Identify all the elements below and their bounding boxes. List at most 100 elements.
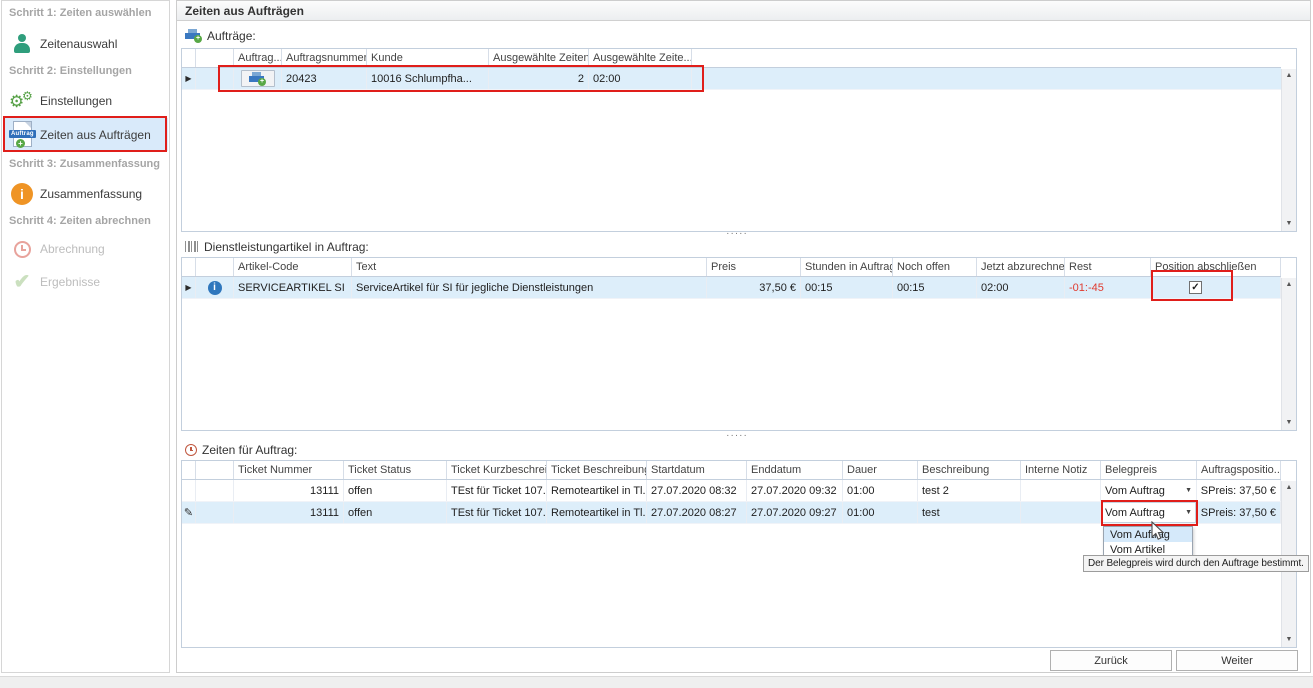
sidebar-item-label: Zeiten aus Aufträgen xyxy=(40,128,151,142)
column-header-auftragsnummer[interactable]: Auftragsnummer xyxy=(282,49,367,67)
dropdown-option-vom-auftrag[interactable]: Vom Auftrag xyxy=(1104,527,1192,542)
column-header-beschreibung[interactable]: Beschreibung xyxy=(918,461,1021,479)
position-abschliessen-checkbox[interactable]: ✓ xyxy=(1189,281,1202,294)
cell-startdatum: 27.07.2020 08:32 xyxy=(647,480,747,501)
back-button[interactable]: Zurück xyxy=(1050,650,1172,671)
row-current-icon: ▶ xyxy=(182,68,196,89)
dropdown-arrow-icon: ▼ xyxy=(1183,487,1192,494)
mouse-cursor-icon xyxy=(1151,521,1165,541)
cell-auftragsnummer: 20423 xyxy=(282,68,367,89)
column-header-auftragsposition[interactable]: Auftragspositio... xyxy=(1197,461,1281,479)
cell-startdatum: 27.07.2020 08:27 xyxy=(647,502,747,523)
scroll-down-icon[interactable]: ▼ xyxy=(1282,219,1296,229)
cell-ticket-beschreibung: Remoteartikel in Tl... xyxy=(547,502,647,523)
column-header-ticket-kurzbeschreibung[interactable]: Ticket Kurzbeschrei... xyxy=(447,461,547,479)
sidebar-item-label: Zusammenfassung xyxy=(40,187,142,201)
cell-ticket-beschreibung: Remoteartikel in Tl... xyxy=(547,480,647,501)
column-header-preis[interactable]: Preis xyxy=(707,258,801,276)
step-3-header: Schritt 3: Zusammenfassung xyxy=(9,158,160,170)
column-header-belegpreis[interactable]: Belegpreis xyxy=(1101,461,1197,479)
dropdown-arrow-icon: ▼ xyxy=(1183,509,1192,516)
info-circle-icon: i xyxy=(208,281,222,295)
column-header-stunden-in-auftrag[interactable]: Stunden in Auftrag xyxy=(801,258,893,276)
column-header-ausgewaehlte-zeit[interactable]: Ausgewählte Zeite... xyxy=(589,49,692,67)
scrollbar[interactable]: ▲ ▼ xyxy=(1281,69,1296,231)
column-header-startdatum[interactable]: Startdatum xyxy=(647,461,747,479)
sidebar-item-zusammenfassung[interactable]: i Zusammenfassung xyxy=(4,177,168,211)
cell-ticket-status: offen xyxy=(344,480,447,501)
sidebar-item-zeitenauswahl[interactable]: Zeitenauswahl xyxy=(4,29,168,59)
clock-icon xyxy=(4,241,40,258)
sidebar-item-label: Abrechnung xyxy=(40,242,105,256)
cell-text: ServiceArtikel für SI für jegliche Diens… xyxy=(352,277,707,298)
page-title: Zeiten aus Aufträgen xyxy=(177,1,1310,21)
cell-interne-notiz xyxy=(1021,480,1101,501)
cell-jetzt-abzurechnen: 02:00 xyxy=(977,277,1065,298)
cell-kunde: 10016 Schlumpfha... xyxy=(367,68,489,89)
column-header-interne-notiz[interactable]: Interne Notiz xyxy=(1021,461,1101,479)
sidebar-item-label: Einstellungen xyxy=(40,94,112,108)
belegpreis-combo-active[interactable]: Vom Auftrag▼ xyxy=(1101,502,1197,523)
person-icon xyxy=(4,34,40,54)
scroll-down-icon[interactable]: ▼ xyxy=(1282,635,1296,645)
column-header-ausgewaehlte-zeiten[interactable]: Ausgewählte Zeiten xyxy=(489,49,589,67)
auftraege-row[interactable]: ▶ + 20423 10016 Schlumpfha... 2 02:00 xyxy=(182,68,1281,90)
order-print-button[interactable]: + xyxy=(241,70,275,87)
belegpreis-combo[interactable]: Vom Auftrag▼ xyxy=(1101,480,1197,501)
auftraege-grid-header: Auftrag... Auftragsnummer Kunde Ausgewäh… xyxy=(182,49,1281,68)
barcode-icon xyxy=(185,241,199,252)
splitter-handle[interactable]: ····· xyxy=(717,433,757,439)
cell-auftragsposition: SPreis: 37,50 € xyxy=(1197,502,1281,523)
column-header-ticket-beschreibung[interactable]: Ticket Beschreibung xyxy=(547,461,647,479)
scroll-up-icon[interactable]: ▲ xyxy=(1282,483,1296,493)
artikel-grid: Artikel-Code Text Preis Stunden in Auftr… xyxy=(181,257,1297,431)
auftrag-document-icon: Auftrag+ xyxy=(4,121,40,149)
splitter-handle[interactable]: ····· xyxy=(717,231,757,237)
scroll-up-icon[interactable]: ▲ xyxy=(1282,71,1296,81)
scroll-up-icon[interactable]: ▲ xyxy=(1282,280,1296,290)
artikel-row[interactable]: ▶ i SERVICEARTIKEL SI ServiceArtikel für… xyxy=(182,277,1281,299)
column-header-text[interactable]: Text xyxy=(352,258,707,276)
auftraege-label: Aufträge: xyxy=(207,29,256,43)
cell-dauer: 01:00 xyxy=(843,480,918,501)
column-header-auftrag[interactable]: Auftrag... xyxy=(234,49,282,67)
cell-ticket-kurzbeschreibung: TEst für Ticket 107... xyxy=(447,502,547,523)
order-print-icon: + xyxy=(249,72,266,86)
column-header-position-abschliessen[interactable]: Position abschließen xyxy=(1151,258,1281,276)
artikel-grid-header: Artikel-Code Text Preis Stunden in Auftr… xyxy=(182,258,1281,277)
cell-ausgewaehlte-zeit-summe: 02:00 xyxy=(589,68,692,89)
sidebar-item-label: Zeitenauswahl xyxy=(40,37,117,51)
sidebar-item-zeiten-aus-auftraegen[interactable]: Auftrag+ Zeiten aus Aufträgen xyxy=(4,118,168,151)
main-panel: Zeiten aus Aufträgen + Aufträge: Auftrag… xyxy=(176,0,1311,673)
cell-interne-notiz xyxy=(1021,502,1101,523)
step-1-header: Schritt 1: Zeiten auswählen xyxy=(9,7,151,19)
column-header-dauer[interactable]: Dauer xyxy=(843,461,918,479)
column-header-artikel-code[interactable]: Artikel-Code xyxy=(234,258,352,276)
scroll-down-icon[interactable]: ▼ xyxy=(1282,418,1296,428)
zeiten-section-label: Zeiten für Auftrag: xyxy=(185,442,297,457)
cell-ticket-status: offen xyxy=(344,502,447,523)
cell-beschreibung: test xyxy=(918,502,1021,523)
next-button[interactable]: Weiter xyxy=(1176,650,1298,671)
column-header-ticket-nummer[interactable]: Ticket Nummer xyxy=(234,461,344,479)
sidebar-item-label: Ergebnisse xyxy=(40,275,100,289)
sidebar-item-einstellungen[interactable]: ⚙⚙ Einstellungen xyxy=(4,85,168,117)
zeiten-row-2[interactable]: ✎ 13111 offen TEst für Ticket 107... Rem… xyxy=(182,502,1281,524)
cell-ticket-nummer: 13111 xyxy=(234,502,344,523)
column-header-noch-offen[interactable]: Noch offen xyxy=(893,258,977,276)
column-header-enddatum[interactable]: Enddatum xyxy=(747,461,843,479)
column-header-ticket-status[interactable]: Ticket Status xyxy=(344,461,447,479)
cell-beschreibung: test 2 xyxy=(918,480,1021,501)
cell-enddatum: 27.07.2020 09:27 xyxy=(747,502,843,523)
column-header-kunde[interactable]: Kunde xyxy=(367,49,489,67)
belegpreis-tooltip: Der Belegpreis wird durch den Auftrage b… xyxy=(1083,555,1309,572)
zeiten-grid-header: Ticket Nummer Ticket Status Ticket Kurzb… xyxy=(182,461,1281,480)
auftraege-grid: Auftrag... Auftragsnummer Kunde Ausgewäh… xyxy=(181,48,1297,232)
zeiten-row-1[interactable]: 13111 offen TEst für Ticket 107... Remot… xyxy=(182,480,1281,502)
scrollbar[interactable]: ▲ ▼ xyxy=(1281,278,1296,430)
row-edit-icon: ✎ xyxy=(182,502,196,523)
column-header-rest[interactable]: Rest xyxy=(1065,258,1151,276)
step-2-header: Schritt 2: Einstellungen xyxy=(9,65,132,77)
auftraege-section-label: + Aufträge: xyxy=(185,28,256,43)
column-header-jetzt-abzurechnen[interactable]: Jetzt abzurechnen xyxy=(977,258,1065,276)
